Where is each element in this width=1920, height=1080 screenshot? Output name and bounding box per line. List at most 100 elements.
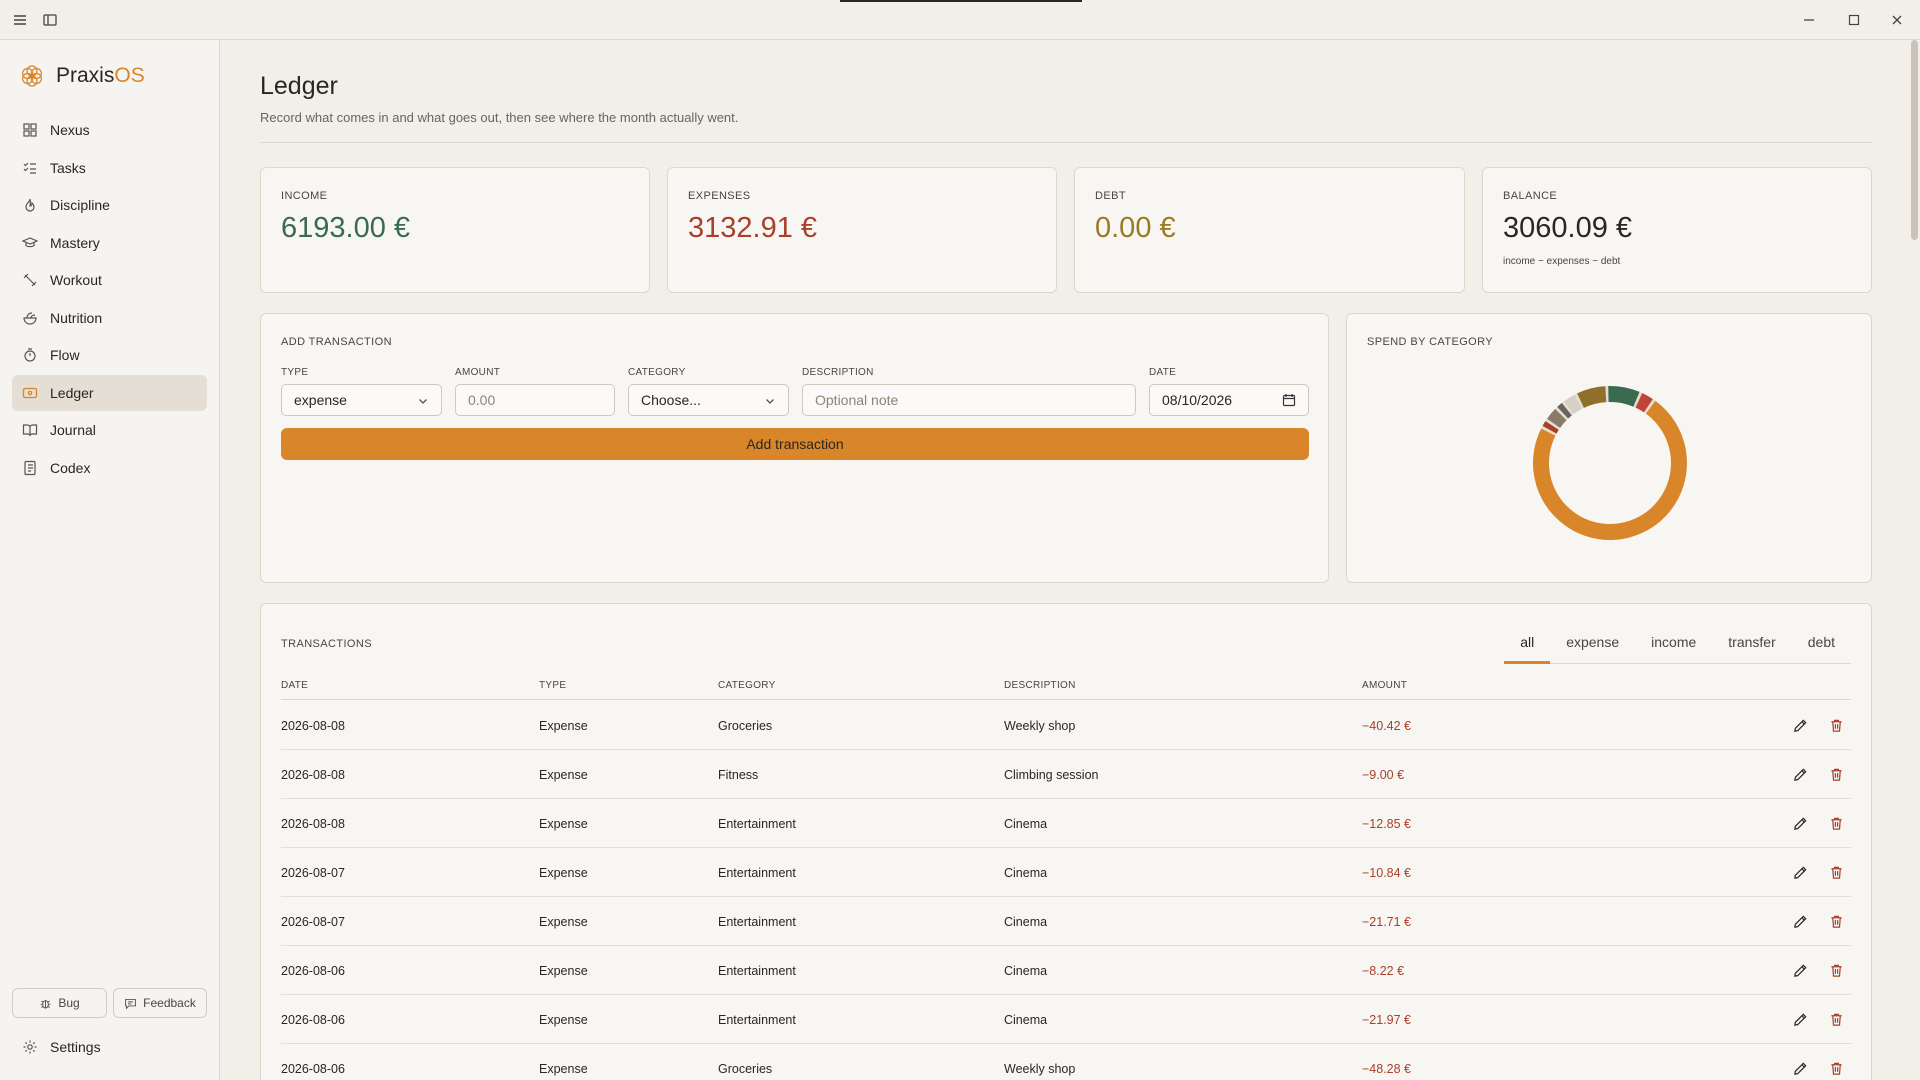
amount-input[interactable]: 0.00 [455,384,615,416]
table-row[interactable]: 2026-08-08 Expense Entertainment Cinema −12.… [281,799,1851,848]
feedback-button[interactable]: Feedback [113,988,207,1018]
tab-transfer[interactable]: transfer [1712,626,1791,663]
checklist-icon [23,162,36,174]
menu-icon[interactable] [8,8,32,32]
sidebar-item-mastery[interactable]: Mastery [12,225,207,261]
table-row[interactable]: 2026-08-07 Expense Entertainment Cinema −10.… [281,848,1851,897]
cell-amount: −9.00 € [1362,768,1405,782]
table-row[interactable]: 2026-08-06 Expense Groceries Weekly shop −48… [281,1044,1851,1080]
category-select[interactable]: Choose... [628,384,789,416]
close-icon[interactable] [1885,8,1909,32]
page-subtitle: Record what comes in and what goes out, … [260,110,739,125]
sidebar-item-label: Flow [50,347,80,363]
type-select[interactable]: expense [281,384,442,416]
cell-description: Cinema [1004,964,1048,978]
cell-amount: −48.28 € [1362,1062,1412,1076]
sidebar-item-label: Tasks [50,159,86,176]
cell-date: 2026-08-07 [281,915,345,929]
maximize-icon[interactable] [1842,8,1866,32]
sidebar-item-nexus[interactable]: Nexus [12,112,207,148]
cell-date: 2026-08-07 [281,866,345,880]
graduation-cap-icon [22,236,38,247]
sidebar-item-discipline[interactable]: Discipline [12,187,207,223]
cell-description: Weekly shop [1004,1062,1076,1076]
category-value: Choose... [641,392,701,408]
date-input[interactable]: 08/10/2026 [1149,384,1309,416]
edit-icon[interactable] [1790,960,1810,980]
debt-label: DEBT [1095,190,1126,202]
trash-icon[interactable] [1826,862,1846,882]
trash-icon[interactable] [1826,911,1846,931]
cell-description: Cinema [1004,1013,1048,1027]
tab-income[interactable]: income [1635,626,1712,663]
tab-expense[interactable]: expense [1550,626,1635,663]
cell-category: Groceries [718,1062,773,1076]
edit-icon[interactable] [1790,1009,1810,1029]
brand[interactable]: PraxisOS [18,62,145,90]
transactions-title: TRANSACTIONS [281,638,372,650]
cell-category: Groceries [718,719,773,733]
tab-debt[interactable]: debt [1792,626,1851,663]
table-row[interactable]: 2026-08-08 Expense Groceries Weekly shop −40… [281,701,1851,750]
cell-amount: −21.97 € [1362,1013,1412,1027]
sidebar-item-settings[interactable]: Settings [12,1032,207,1062]
table-row[interactable]: 2026-08-08 Expense Fitness Climbing session… [281,750,1851,799]
sidebar-item-tasks[interactable]: Tasks [12,150,207,186]
main-content: Ledger Record what comes in and what goe… [260,40,1872,1080]
cell-type: Expense [539,719,588,733]
trash-icon[interactable] [1826,1009,1846,1029]
cell-amount: −10.84 € [1362,866,1412,880]
trash-icon[interactable] [1826,764,1846,784]
tab-all[interactable]: all [1504,626,1551,664]
transactions-card: TRANSACTIONS all expense income transfer… [260,603,1872,1080]
cell-type: Expense [539,768,588,782]
trash-icon[interactable] [1826,813,1846,833]
cell-category: Entertainment [718,1013,796,1027]
date-label: DATE [1149,367,1177,378]
edit-icon[interactable] [1790,764,1810,784]
cell-description: Climbing session [1004,768,1099,782]
cell-date: 2026-08-06 [281,1062,345,1076]
sidebar-item-workout[interactable]: Workout [12,262,207,298]
dumbbell-icon [23,273,37,287]
cell-date: 2026-08-06 [281,964,345,978]
timer-icon [24,348,36,362]
sidebar-item-ledger[interactable]: Ledger [12,374,207,411]
sidebar-item-nutrition[interactable]: Nutrition [12,300,207,336]
trash-icon[interactable] [1826,715,1846,735]
edit-icon[interactable] [1790,715,1810,735]
edit-icon[interactable] [1790,862,1810,882]
add-transaction-button[interactable]: Add transaction [281,428,1309,460]
edit-icon[interactable] [1790,911,1810,931]
expenses-value: 3132.91 € [688,212,818,244]
calendar-icon[interactable] [1282,393,1296,407]
trash-icon[interactable] [1826,960,1846,980]
sidebar-item-flow[interactable]: Flow [12,337,207,373]
table-row[interactable]: 2026-08-06 Expense Entertainment Cinema −21.… [281,995,1851,1044]
edit-icon[interactable] [1790,1058,1810,1078]
table-row[interactable]: 2026-08-06 Expense Entertainment Cinema −8.2… [281,946,1851,995]
chevron-down-icon [419,399,427,404]
edit-icon[interactable] [1790,813,1810,833]
column-amount: AMOUNT [1362,680,1408,691]
cell-type: Expense [539,964,588,978]
description-input[interactable]: Optional note [802,384,1136,416]
cell-category: Entertainment [718,817,796,831]
sidebar-item-journal[interactable]: Journal [12,412,207,448]
transaction-filter-tabs: all expense income transfer debt [1504,626,1851,664]
minimize-icon[interactable] [1797,8,1821,32]
sidebar-item-label: Discipline [50,197,110,213]
scrollbar-thumb[interactable] [1911,40,1918,240]
date-value: 08/10/2026 [1162,392,1233,408]
sidebar-item-codex[interactable]: Codex [12,450,207,486]
logo-icon [22,65,42,87]
table-row[interactable]: 2026-08-07 Expense Entertainment Cinema −21.… [281,897,1851,946]
drag-region[interactable] [840,0,1082,2]
sidebar-item-label: Journal [50,422,96,438]
sidebar-footer: Bug Feedback Settings [12,988,207,1062]
notebook-icon [24,460,36,475]
cell-amount: −12.85 € [1362,817,1412,831]
sidebar-toggle-icon[interactable] [38,8,62,32]
bug-button[interactable]: Bug [12,988,107,1018]
trash-icon[interactable] [1826,1058,1846,1078]
